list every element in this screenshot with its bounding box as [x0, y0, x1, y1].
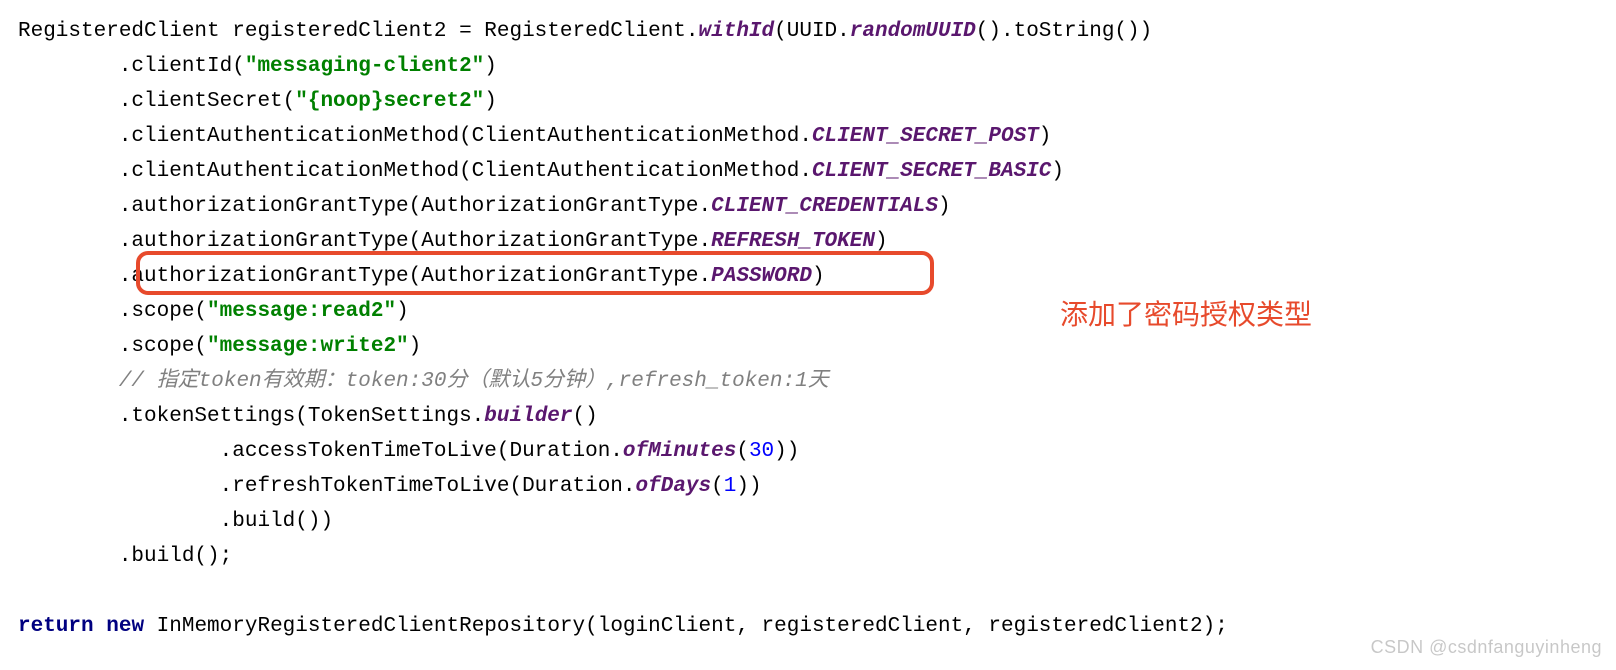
code-line: .authorizationGrantType(AuthorizationGra…	[18, 230, 888, 253]
code-line: return new InMemoryRegisteredClientRepos…	[18, 615, 1228, 638]
code-line: RegisteredClient registeredClient2 = Reg…	[18, 20, 1152, 43]
code-line: .scope("message:read2")	[18, 300, 409, 323]
annotation-label: 添加了密码授权类型	[1060, 293, 1312, 333]
code-block: RegisteredClient registeredClient2 = Reg…	[0, 0, 1616, 644]
code-line: .scope("message:write2")	[18, 335, 421, 358]
code-line: .clientAuthenticationMethod(ClientAuthen…	[18, 160, 1064, 183]
watermark: CSDN @csdnfanguyinheng	[1371, 637, 1602, 658]
code-line: .tokenSettings(TokenSettings.builder()	[18, 405, 598, 428]
code-line: .authorizationGrantType(AuthorizationGra…	[18, 195, 951, 218]
code-line: .clientSecret("{noop}secret2")	[18, 90, 497, 113]
code-line: .clientId("messaging-client2")	[18, 55, 497, 78]
code-line: // 指定token有效期：token:30分（默认5分钟）,refresh_t…	[18, 370, 829, 393]
code-line: .clientAuthenticationMethod(ClientAuthen…	[18, 125, 1051, 148]
code-line: .accessTokenTimeToLive(Duration.ofMinute…	[18, 440, 799, 463]
code-line: .refreshTokenTimeToLive(Duration.ofDays(…	[18, 475, 762, 498]
code-line: .authorizationGrantType(AuthorizationGra…	[18, 265, 825, 288]
code-line: .build())	[18, 510, 333, 533]
code-line: .build();	[18, 545, 232, 568]
